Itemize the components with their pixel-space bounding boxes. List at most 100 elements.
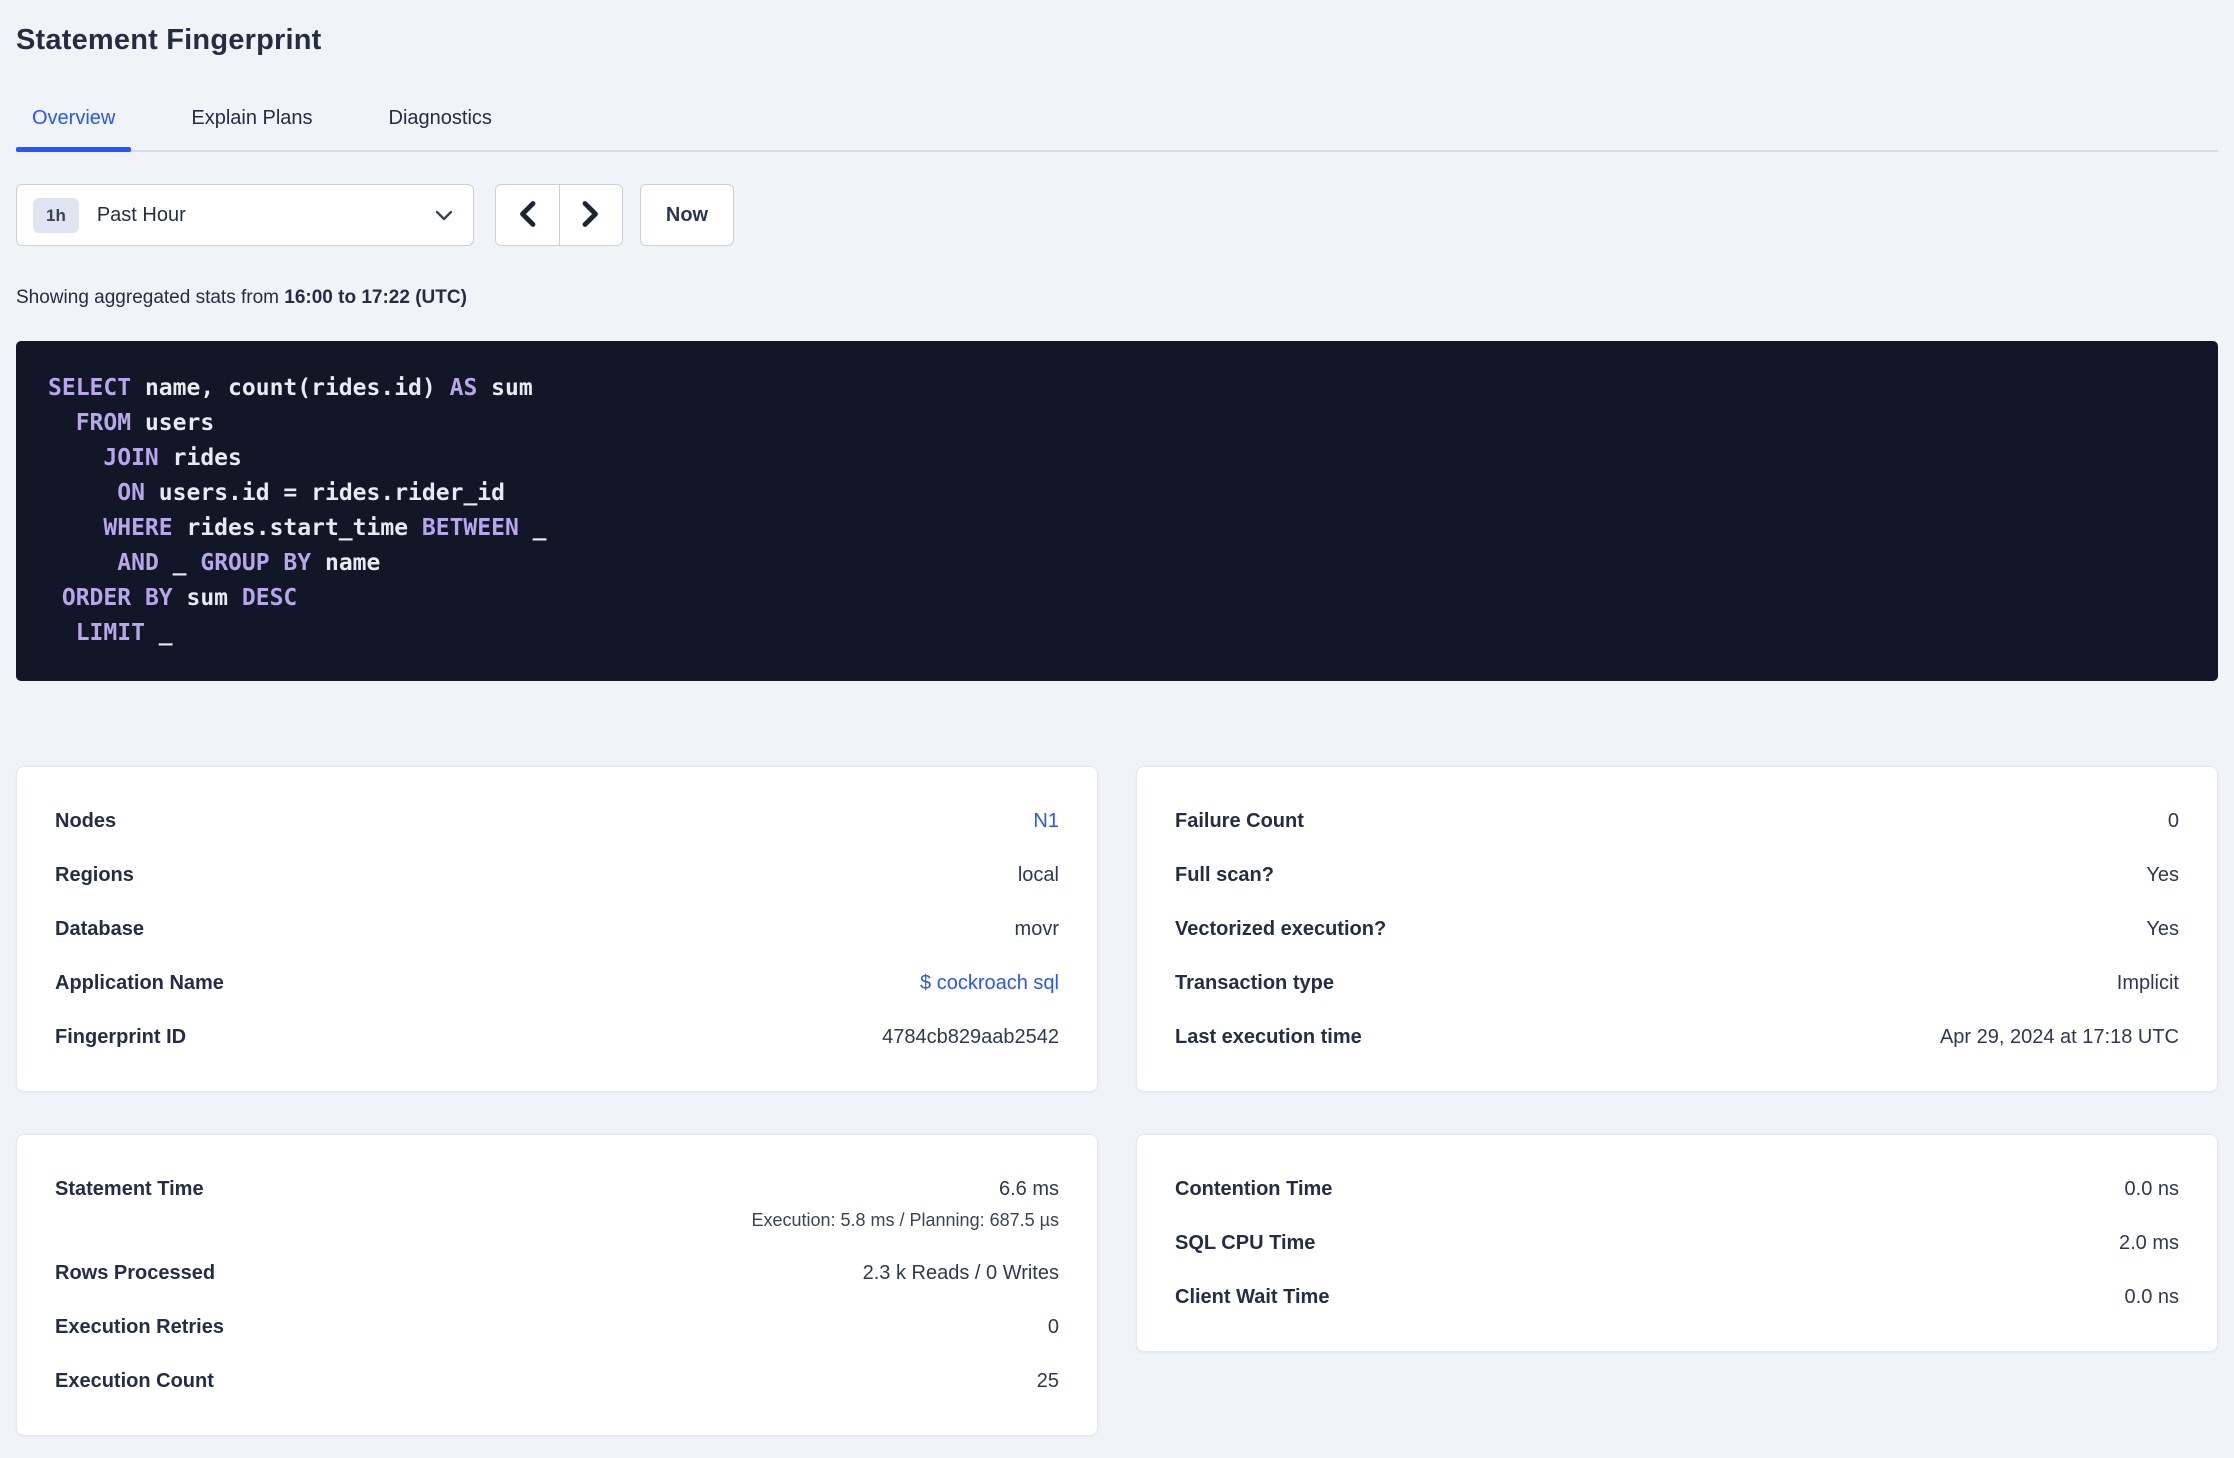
- prev-range-button[interactable]: [496, 185, 560, 245]
- info-row: Fingerprint ID 4784cb829aab2542: [55, 1025, 1059, 1049]
- sql-text: _: [144, 620, 173, 646]
- time-range-stepper: [495, 184, 623, 246]
- info-row-label: Client Wait Time: [1175, 1286, 1330, 1308]
- sql-text: rides: [158, 445, 242, 471]
- info-row-value: 6.6 ms: [998, 1178, 1059, 1200]
- aggregation-note-range: 16:00 to 17:22 (UTC): [284, 287, 467, 308]
- info-row: Full scan? Yes: [1175, 863, 2179, 887]
- tab-explain-plans-label: Explain Plans: [191, 107, 313, 129]
- info-row-label: Application Name: [55, 972, 224, 994]
- info-row-value-link[interactable]: N1: [1033, 810, 1059, 832]
- panel-statement-attributes: Failure Count 0 Full scan? Yes Vectorized ex…: [1136, 766, 2218, 1092]
- panel-timing-stats: Contention Time 0.0 ns SQL CPU Time 2.0 ms C…: [1136, 1134, 2218, 1352]
- info-row: Failure Count 0: [1175, 809, 2179, 833]
- info-row-value: 0.0 ns: [2124, 1286, 2179, 1308]
- now-button[interactable]: Now: [640, 184, 734, 246]
- info-row: Execution Retries 0: [55, 1315, 1059, 1339]
- time-controls: 1h Past Hour Now: [16, 184, 2218, 246]
- aggregation-note: Showing aggregated stats from 16:00 to 1…: [16, 286, 2218, 310]
- info-row-value: Apr 29, 2024 at 17:18 UTC: [1939, 1026, 2179, 1048]
- info-row: Rows Processed 2.3 k Reads / 0 Writes: [55, 1261, 1059, 1285]
- next-range-button[interactable]: [559, 185, 622, 245]
- info-row-value: local: [1017, 864, 1059, 886]
- info-row-value-wrap: 0.0 ns: [2125, 1177, 2179, 1201]
- info-row-label: Vectorized execution?: [1175, 918, 1387, 940]
- info-row-value-wrap: N1: [1033, 809, 1059, 833]
- sql-text: name: [311, 550, 381, 576]
- info-row-value: Yes: [2146, 918, 2179, 940]
- info-row-value: 25: [1036, 1370, 1059, 1392]
- info-row-label: Execution Count: [55, 1370, 214, 1392]
- info-row-value-wrap: Yes: [2146, 863, 2179, 887]
- summary-panels-left-column: Nodes N1 Regions local Database movr Applicati…: [16, 766, 1098, 1436]
- tab-diagnostics[interactable]: Diagnostics: [373, 106, 508, 150]
- info-row-label: Full scan?: [1175, 864, 1274, 886]
- info-row: Application Name $ cockroach sql: [55, 971, 1059, 995]
- info-row-value: movr: [1014, 918, 1059, 940]
- info-row: Client Wait Time 0.0 ns: [1175, 1285, 2179, 1309]
- sql-line: ORDER BY sum DESC: [48, 581, 2186, 616]
- info-row: Vectorized execution? Yes: [1175, 917, 2179, 941]
- info-row-value-wrap: 0: [1048, 1315, 1059, 1339]
- tab-diagnostics-label: Diagnostics: [388, 107, 492, 129]
- info-row: Contention Time 0.0 ns: [1175, 1177, 2179, 1201]
- info-row-value: Yes: [2146, 864, 2179, 886]
- sql-keyword: LIMIT: [75, 620, 145, 646]
- info-row: SQL CPU Time 2.0 ms: [1175, 1231, 2179, 1255]
- sql-keyword: JOIN: [103, 445, 159, 471]
- tab-explain-plans[interactable]: Explain Plans: [175, 106, 328, 150]
- tab-overview[interactable]: Overview: [16, 106, 132, 152]
- info-row-value: 2.0 ms: [2118, 1232, 2179, 1254]
- sql-keyword: SELECT: [48, 375, 132, 401]
- info-row: Statement Time 6.6 ms Execution: 5.8 ms / …: [55, 1177, 1059, 1231]
- info-row: Nodes N1: [55, 809, 1059, 833]
- info-row: Transaction type Implicit: [1175, 971, 2179, 995]
- sql-line: SELECT name, count(rides.id) AS sum: [48, 371, 2186, 406]
- sql-line: FROM users: [48, 406, 2186, 441]
- info-row-label: Database: [55, 918, 144, 940]
- sql-keyword: GROUP BY: [200, 550, 312, 576]
- sql-text: users.id = rides.rider_id: [144, 480, 505, 506]
- sql-line: WHERE rides.start_time BETWEEN _: [48, 511, 2186, 546]
- info-row-label: Rows Processed: [55, 1262, 216, 1284]
- chevron-down-icon: [435, 210, 453, 221]
- tab-overview-label: Overview: [32, 107, 116, 129]
- info-row-value-wrap: Yes: [2146, 917, 2179, 941]
- info-row-label: Nodes: [55, 810, 117, 832]
- sql-line: AND _ GROUP BY name: [48, 546, 2186, 581]
- info-row-value-link[interactable]: $ cockroach sql: [920, 972, 1059, 994]
- info-row-value-wrap: $ cockroach sql: [920, 971, 1059, 995]
- info-row-label: Failure Count: [1175, 810, 1304, 832]
- sql-keyword: FROM: [75, 410, 132, 436]
- sql-keyword: BETWEEN: [421, 515, 519, 541]
- sql-text: _: [518, 515, 547, 541]
- sql-keyword: AND: [117, 550, 159, 576]
- panel-statement-metadata: Nodes N1 Regions local Database movr Applicati…: [16, 766, 1098, 1092]
- time-range-select[interactable]: 1h Past Hour: [16, 184, 474, 246]
- sql-text: name, count(rides.id): [131, 375, 450, 401]
- info-row-value-wrap: movr: [1015, 917, 1059, 941]
- summary-panels-right-column: Failure Count 0 Full scan? Yes Vectorized ex…: [1136, 766, 2218, 1352]
- sql-text: rides.start_time: [172, 515, 422, 541]
- info-row-label: Transaction type: [1175, 972, 1334, 994]
- info-row-subvalue: Execution: 5.8 ms / Planning: 687.5 µs: [751, 1210, 1059, 1230]
- info-row-label: SQL CPU Time: [1175, 1232, 1316, 1254]
- sql-keyword: DESC: [241, 585, 298, 611]
- panel-execution-stats: Statement Time 6.6 ms Execution: 5.8 ms / …: [16, 1134, 1098, 1436]
- info-row-value-wrap: 4784cb829aab2542: [882, 1025, 1059, 1049]
- info-row: Last execution time Apr 29, 2024 at 17:18…: [1175, 1025, 2179, 1049]
- page-title: Statement Fingerprint: [16, 24, 322, 56]
- info-row-label: Fingerprint ID: [55, 1026, 187, 1048]
- summary-panels: Nodes N1 Regions local Database movr Applicati…: [16, 766, 2218, 1436]
- info-row-value-wrap: 0.0 ns: [2125, 1285, 2179, 1309]
- info-row-value-wrap: local: [1018, 863, 1059, 887]
- info-row-label: Last execution time: [1175, 1026, 1362, 1048]
- info-row-value-wrap: Implicit: [2117, 971, 2179, 995]
